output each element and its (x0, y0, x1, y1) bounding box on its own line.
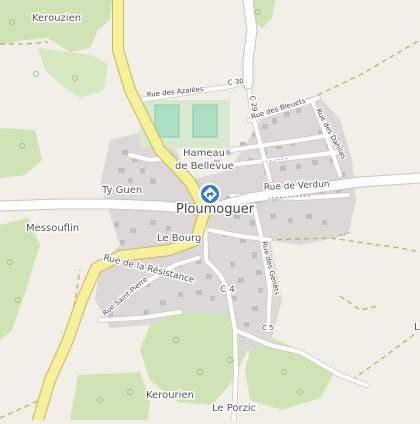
street-label-c4: C 4 (220, 285, 235, 295)
place-label-town: Ploumoguer (176, 202, 255, 217)
place-label-hameau-1: Hameau (183, 148, 225, 159)
place-label-kerouzien: Kerouzien (32, 13, 81, 24)
edge-label-l: L (414, 322, 420, 333)
place-label-messouflin: Messouflin (26, 223, 79, 234)
place-label-ty-guen: Ty Guen (101, 185, 142, 196)
street-label-c30: C 30 (227, 77, 244, 87)
directions-icon[interactable] (199, 183, 221, 205)
place-label-le-porzic: Le Porzic (212, 403, 256, 414)
map-view[interactable]: Kerouzien Hameau de Bellevue Ty Guen Plo… (0, 0, 420, 424)
place-label-le-bourg: Le Bourg (157, 233, 201, 244)
map-canvas[interactable]: Kerouzien Hameau de Bellevue Ty Guen Plo… (0, 0, 420, 424)
street-label-c5: C 5 (262, 324, 274, 332)
place-label-kerourien: Kerourien (146, 390, 194, 401)
place-label-hameau-2: de Bellevue (175, 161, 234, 172)
